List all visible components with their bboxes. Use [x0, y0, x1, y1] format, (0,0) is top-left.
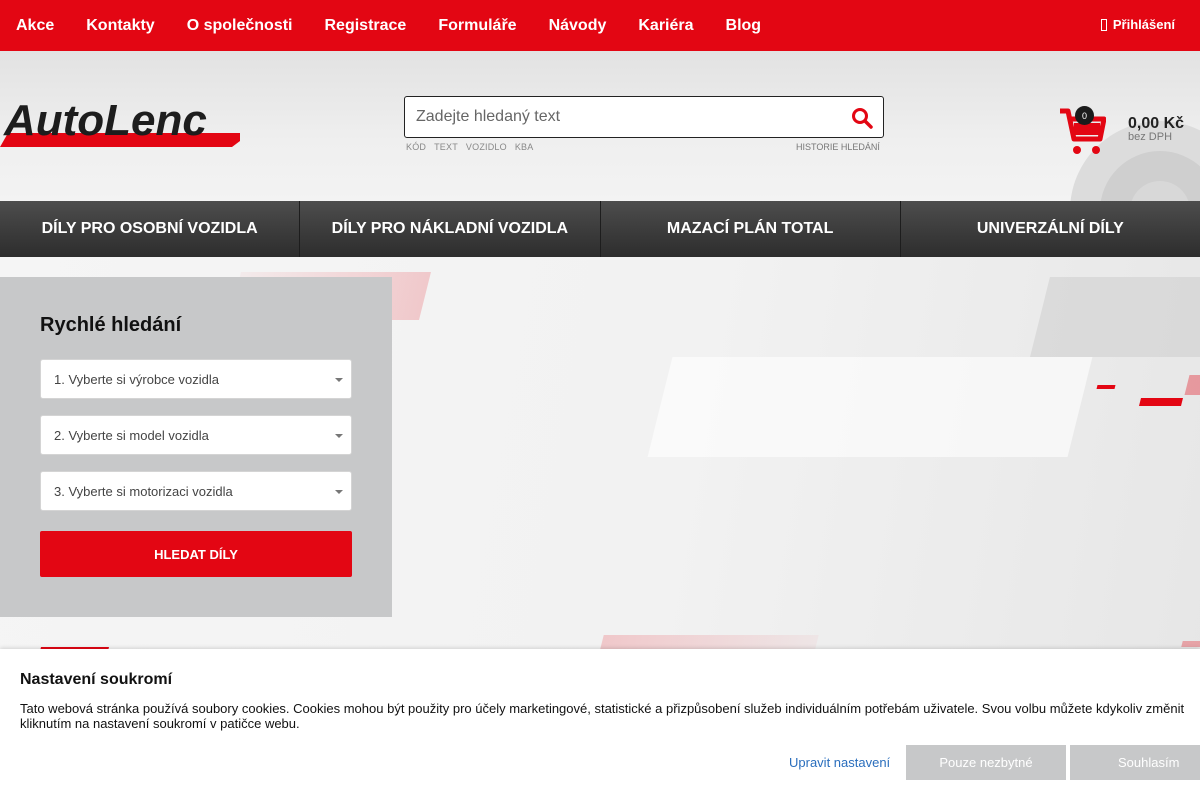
- top-nav-akce[interactable]: Akce: [16, 17, 54, 35]
- hero-stripe-accent-1: [1096, 385, 1116, 389]
- select-vehicle-maker-label: 1. Vyberte si výrobce vozidla: [54, 371, 219, 387]
- chevron-down-icon: [335, 378, 343, 382]
- hero-stripe-white: [647, 357, 1093, 457]
- hero-stripe-gray: [1030, 277, 1200, 357]
- search-mode-vozidlo[interactable]: VOZIDLO: [466, 142, 507, 152]
- header-decoration: [1070, 121, 1200, 201]
- category-nakladni-vozidla[interactable]: DÍLY PRO NÁKLADNÍ VOZIDLA: [300, 201, 601, 257]
- search-mode-text[interactable]: TEXT: [434, 142, 458, 152]
- hero-stripe-accent-2: [1139, 398, 1183, 406]
- top-bar: Akce Kontakty O společnosti Registrace F…: [0, 0, 1200, 51]
- cart-vat-note: bez DPH: [1128, 131, 1173, 143]
- select-vehicle-engine-label: 3. Vyberte si motorizaci vozidla: [54, 483, 233, 499]
- search-box: [404, 96, 884, 138]
- top-nav-kariera[interactable]: Kariéra: [638, 17, 693, 35]
- top-nav-o-spolecnosti[interactable]: O společnosti: [187, 17, 293, 35]
- autolenc-logo[interactable]: AutoLenc: [0, 97, 240, 149]
- cookie-necessary-button[interactable]: Pouze nezbytné: [906, 745, 1066, 780]
- select-vehicle-model-label: 2. Vyberte si model vozidla: [54, 427, 209, 443]
- hero-stripe-accent-3: [1184, 375, 1200, 395]
- search-input[interactable]: [405, 97, 825, 137]
- quick-search-title: Rychlé hledání: [40, 314, 182, 336]
- search-mode-kod[interactable]: KÓD: [406, 142, 426, 152]
- cookie-accept-button[interactable]: Souhlasím: [1070, 745, 1200, 780]
- top-nav-navody[interactable]: Návody: [549, 17, 607, 35]
- category-bar: DÍLY PRO OSOBNÍ VOZIDLA DÍLY PRO NÁKLADN…: [0, 201, 1200, 257]
- cookie-title: Nastavení soukromí: [20, 671, 173, 688]
- search-modes: KÓD TEXT VOZIDLO KBA: [406, 142, 541, 152]
- select-vehicle-maker[interactable]: 1. Vyberte si výrobce vozidla: [40, 359, 352, 399]
- top-nav: Akce Kontakty O společnosti Registrace F…: [16, 0, 793, 51]
- search-history-link[interactable]: HISTORIE HLEDÁNÍ: [796, 142, 880, 152]
- chevron-down-icon: [335, 434, 343, 438]
- select-vehicle-model[interactable]: 2. Vyberte si model vozidla: [40, 415, 352, 455]
- cookie-banner: Nastavení soukromí Tato webová stránka p…: [0, 649, 1200, 800]
- top-nav-registrace[interactable]: Registrace: [325, 17, 407, 35]
- category-univerzalni-dily[interactable]: UNIVERZÁLNÍ DÍLY: [901, 201, 1200, 257]
- category-osobni-vozidla[interactable]: DÍLY PRO OSOBNÍ VOZIDLA: [0, 201, 301, 257]
- user-icon: [1100, 18, 1107, 31]
- search-icon[interactable]: [851, 107, 873, 129]
- logo-text: AutoLenc: [3, 97, 207, 145]
- top-nav-blog[interactable]: Blog: [726, 17, 762, 35]
- select-vehicle-engine[interactable]: 3. Vyberte si motorizaci vozidla: [40, 471, 352, 511]
- top-nav-formulare[interactable]: Formuláře: [438, 17, 516, 35]
- login-link[interactable]: Přihlášení: [1100, 17, 1175, 32]
- search-mode-kba[interactable]: KBA: [515, 142, 534, 152]
- login-label: Přihlášení: [1112, 17, 1175, 32]
- quick-search-panel: Rychlé hledání 1. Vyberte si výrobce voz…: [0, 277, 392, 617]
- hero-stripe-right: [1181, 641, 1200, 647]
- cookie-settings-link[interactable]: Upravit nastavení: [789, 755, 890, 770]
- cookie-text: Tato webová stránka používá soubory cook…: [20, 701, 1200, 731]
- chevron-down-icon: [335, 490, 343, 494]
- top-nav-kontakty[interactable]: Kontakty: [86, 17, 154, 35]
- search-parts-button[interactable]: HLEDAT DÍLY: [40, 531, 352, 577]
- cart-count-badge: 0: [1075, 106, 1094, 125]
- cookie-text-line1: Tato webová stránka používá soubory cook…: [20, 701, 1185, 716]
- category-mazaci-plan[interactable]: MAZACÍ PLÁN TOTAL: [601, 201, 901, 257]
- cookie-text-line2: kliknutím na nastavení soukromí v patičc…: [20, 716, 300, 731]
